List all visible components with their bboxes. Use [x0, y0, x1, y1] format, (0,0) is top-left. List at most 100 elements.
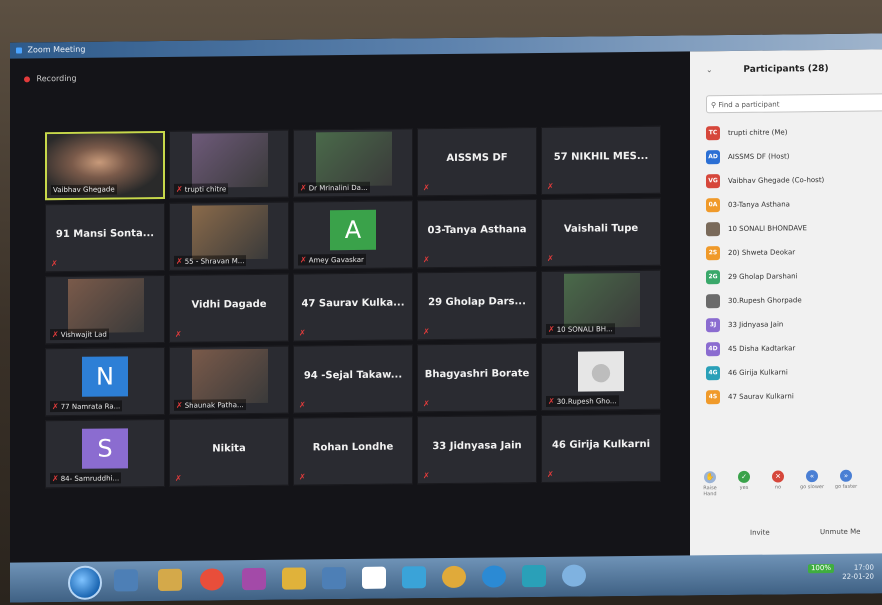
reaction-icon: ✓ [738, 470, 750, 483]
participant-list-item[interactable]: 10 SONALI BHONDAVE [706, 220, 807, 237]
participant-list-item[interactable]: TC trupti chitre (Me) [706, 124, 787, 141]
taskbar-chrome-icon[interactable] [200, 568, 224, 591]
reaction-button[interactable]: «go slower [798, 470, 826, 490]
video-tile[interactable]: ✗ 10 SONALI BH... [541, 269, 661, 340]
video-tile[interactable]: ✗ 55 - Shravan M... [169, 201, 289, 271]
start-button[interactable] [68, 565, 102, 600]
clock-date[interactable]: 22-01-20 [842, 573, 874, 581]
participant-list-name: 03-Tanya Asthana [728, 200, 790, 210]
participant-name: 29 Gholap Dars... [428, 296, 526, 309]
video-tile[interactable]: 47 Saurav Kulka... ✗ [293, 272, 413, 342]
participant-list-item[interactable]: 2G 29 Gholap Darshani [706, 268, 798, 285]
participant-name-label: Vaibhav Ghegade [51, 184, 117, 196]
participant-avatar-icon: AD [706, 150, 720, 165]
taskbar-folder-icon[interactable] [158, 568, 182, 592]
participant-name: Vishwajit Lad [60, 330, 107, 340]
video-tile[interactable]: ✗ Dr Mrinalini Da... [293, 128, 413, 198]
video-tile[interactable]: ✗ trupti chitre [169, 129, 289, 199]
video-tile[interactable]: Rohan Londhe ✗ [293, 416, 413, 486]
reaction-button[interactable]: » go faster [832, 469, 860, 490]
taskbar-skype-icon[interactable] [522, 564, 546, 588]
participant-avatar-icon [706, 222, 720, 237]
taskbar-app-icon[interactable] [282, 567, 306, 590]
search-icon: ⚲ [711, 101, 717, 110]
video-tile[interactable]: 29 Gholap Dars... ✗ [417, 271, 537, 341]
video-tile[interactable]: 57 NIKHIL MES... ✗ [541, 125, 661, 196]
participant-list-item[interactable]: 4S 47 Saurav Kulkarni [706, 388, 794, 405]
reaction-button[interactable]: ✓ yes [730, 470, 758, 491]
reaction-button[interactable]: ✋ Raise Hand [696, 471, 724, 497]
video-tile[interactable]: A ✗ Amey Gavaskar [293, 200, 413, 270]
video-tile[interactable]: ✗ Vishwajit Lad [45, 274, 165, 345]
participant-list-item[interactable]: 4G 46 Girija Kulkarni [706, 364, 788, 381]
video-tile[interactable]: Nikita ✗ [169, 417, 289, 487]
mic-muted-icon: ✗ [548, 324, 555, 334]
participant-list-item[interactable]: VG Vaibhav Ghegade (Co-host) [706, 172, 824, 189]
participant-list-item[interactable]: 30.Rupesh Ghorpade [706, 292, 802, 309]
reaction-button[interactable]: ✕ no [764, 470, 792, 491]
video-tile[interactable]: ✗ Shaunak Patha... [169, 345, 289, 415]
recording-indicator: Recording [24, 74, 77, 84]
participant-name: 47 Saurav Kulka... [301, 297, 405, 310]
video-tile[interactable]: Vaibhav Ghegade [45, 130, 165, 201]
video-tile[interactable]: N ✗ 77 Namrata Ra... [45, 346, 165, 417]
participant-name: 46 Girija Kulkarni [551, 438, 651, 451]
video-tile[interactable]: 94 -Sejal Takaw... ✗ [293, 344, 413, 414]
taskbar-ie-icon[interactable] [562, 564, 586, 587]
participant-avatar-icon [706, 294, 720, 309]
mic-muted-icon: ✗ [52, 330, 59, 340]
taskbar-chess-icon[interactable] [362, 566, 386, 589]
video-tile[interactable]: 03-Tanya Asthana ✗ [417, 199, 537, 269]
video-tile[interactable]: S ✗ 84- Samruddhi... [45, 418, 165, 489]
video-tile[interactable]: Vaishali Tupe ✗ [541, 197, 661, 268]
participant-name: Rohan Londhe [312, 441, 394, 454]
participant-list-item[interactable]: 2S 20) Shweta Deokar [706, 244, 795, 261]
participant-name: 55 - Shravan M... [184, 257, 245, 266]
participant-video [68, 278, 144, 333]
participant-list-item[interactable]: AD AISSMS DF (Host) [706, 148, 790, 165]
video-tile[interactable]: AISSMS DF ✗ [417, 127, 537, 197]
unmute-me-button[interactable]: Unmute Me [820, 528, 860, 536]
taskbar-edge-icon[interactable] [482, 565, 506, 588]
participant-name: 33 Jidnyasa Jain [432, 440, 522, 453]
video-tile[interactable]: Vidhi Dagade ✗ [169, 273, 289, 343]
reaction-icon: « [806, 470, 818, 483]
participant-list-name: 45 Disha Kadtarkar [728, 344, 796, 354]
invite-button[interactable]: Invite [750, 529, 770, 537]
video-tile[interactable]: 33 Jidnyasa Jain ✗ [417, 415, 537, 485]
zoom-level-badge[interactable]: 100% [807, 563, 834, 574]
video-tile[interactable]: Bhagyashri Borate ✗ [417, 343, 537, 413]
video-tile[interactable]: ● ✗ 30.Rupesh Gho... [541, 341, 661, 412]
participant-name: Vidhi Dagade [191, 298, 267, 311]
participant-name: 77 Namrata Ra... [60, 402, 121, 412]
participant-video [564, 272, 640, 328]
mic-muted-icon: ✗ [176, 256, 183, 266]
participant-list-item[interactable]: 4D 45 Disha Kadtarkar [706, 340, 795, 357]
participant-name: 57 NIKHIL MES... [553, 150, 649, 163]
taskbar-paint-icon[interactable] [242, 567, 266, 591]
screen: Zoom Meeting Recording Vaibhav Ghegade ✗ t… [10, 33, 882, 603]
participant-avatar: N [82, 356, 128, 397]
video-tile[interactable]: 46 Girija Kulkarni ✗ [541, 413, 661, 484]
participant-list-item[interactable]: 0A 03-Tanya Asthana [706, 196, 790, 213]
reactions-bar: ✋ Raise Hand ✓ yes ✕ no «go slower » go faster [696, 469, 882, 511]
participant-name: Amey Gavaskar [308, 255, 364, 265]
taskbar-app-explorer-icon[interactable] [114, 569, 138, 592]
reaction-icon: ✋ [704, 471, 716, 484]
clock-time[interactable]: 17:00 [854, 564, 874, 572]
reaction-label: go slower [799, 484, 825, 491]
participant-name-label: ✗ trupti chitre [174, 183, 229, 195]
taskbar-zoom-icon[interactable] [402, 566, 426, 589]
participant-avatar-icon: 2S [706, 246, 720, 261]
participant-name-label: ✗ 30.Rupesh Gho... [546, 395, 619, 407]
participant-name-label: ✗ 77 Namrata Ra... [50, 400, 123, 413]
reaction-label: yes [739, 484, 749, 491]
taskbar-vlc-icon[interactable] [442, 565, 466, 589]
participant-name: 30.Rupesh Gho... [556, 397, 617, 406]
participant-search-input[interactable]: ⚲ Find a participant [706, 93, 882, 114]
taskbar-media-icon[interactable] [322, 567, 346, 590]
participant-name: Dr Mrinalini Da... [308, 183, 368, 193]
participant-avatar-icon: 4D [706, 342, 720, 357]
participant-list-item[interactable]: 3J 33 Jidnyasa Jain [706, 316, 783, 333]
video-tile[interactable]: 91 Mansi Sonta... ✗ [45, 202, 165, 273]
